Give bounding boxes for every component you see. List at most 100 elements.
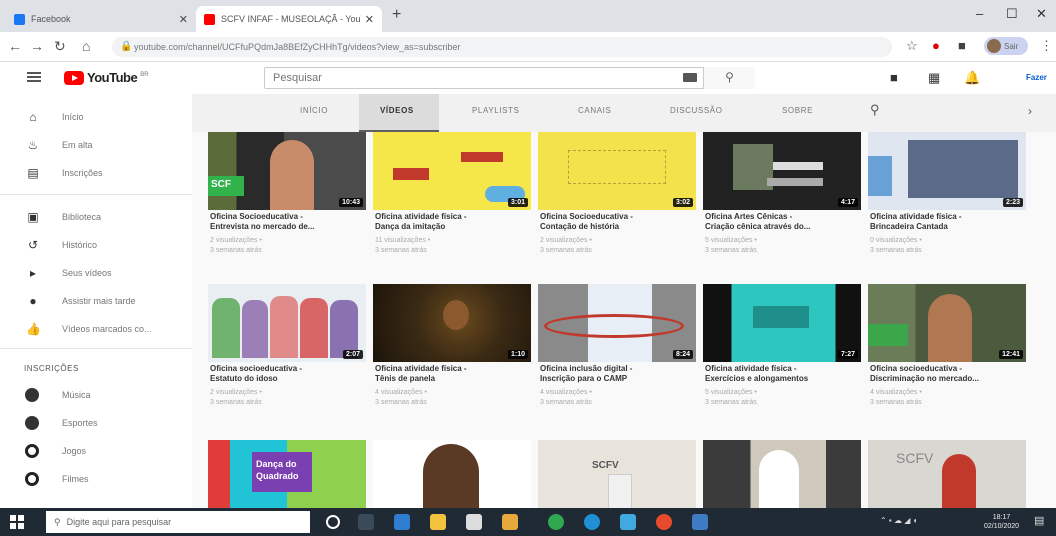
minimize-icon[interactable]: – [976,6,983,21]
video-thumbnail[interactable]: 7:27 [703,284,861,362]
close-tab-icon[interactable]: ✕ [179,13,188,26]
video-thumbnail[interactable]: 3:02 [538,132,696,210]
system-tray-icons[interactable]: ⌃ ▪ ☁ ◢ ◖ [880,516,917,525]
close-tab-icon[interactable]: ✕ [365,13,374,26]
browser-tab-youtube[interactable]: SCFV INFAF - MUSEOLAÇÃ - YouTube ✕ [196,6,382,32]
tab-discussion[interactable]: DISCUSSÃO [670,106,723,115]
video-thumbnail[interactable]: 2:23 [868,132,1026,210]
search-button[interactable]: ⚲ [703,67,755,89]
cortana-icon[interactable] [326,515,340,529]
apps-grid-icon[interactable]: ▦ [928,70,940,86]
play-logo-icon [64,70,84,85]
chrome-icon[interactable] [656,514,672,530]
forward-icon[interactable]: → [30,38,44,54]
video-title[interactable]: Oficina atividade física - Tênis de pane… [375,364,531,384]
xbox-icon[interactable] [548,514,564,530]
skype-icon[interactable] [620,514,636,530]
video-title[interactable]: Oficina Artes Cênicas - Criação cênica a… [705,212,861,232]
tab-about[interactable]: SOBRE [782,106,813,115]
video-thumbnail[interactable]: 1:10 [373,284,531,362]
video-title[interactable]: Oficina Socioeducativa - Entrevista no m… [210,212,366,232]
star-icon[interactable]: ☆ [906,38,918,54]
edge-icon[interactable] [394,514,410,530]
video-title[interactable]: Oficina atividade física - Exercícios e … [705,364,861,384]
edge-chromium-icon[interactable] [584,514,600,530]
video-duration: 12:41 [999,350,1023,359]
reload-icon[interactable]: ↻ [54,38,66,55]
create-video-icon[interactable]: ■ [890,70,898,85]
tab-home[interactable]: INÍCIO [300,106,328,115]
sidebar-item-watch-later[interactable]: ● Assistir mais tarde [0,290,192,312]
sidebar-item-gaming[interactable]: Jogos [0,440,192,462]
task-view-icon[interactable] [358,514,374,530]
thumb-textbox [908,140,1018,198]
video-thumbnail[interactable]: 3:01 [373,132,531,210]
video-title[interactable]: Oficina atividade física - Dança da imit… [375,212,531,232]
video-title[interactable]: Oficina socioeducativa - Discriminação n… [870,364,1026,384]
video-title-line: Estatuto do idoso [210,374,278,383]
video-age: 3 semanas atrás [870,399,922,406]
search-input[interactable] [265,68,665,88]
tab-title: Facebook [31,14,71,24]
windows-start-icon[interactable] [10,515,24,529]
signin-link[interactable]: Fazer [1026,73,1047,82]
taskbar-search[interactable]: ⚲ Digite aqui para pesquisar [46,511,310,533]
video-thumbnail[interactable]: 4:17 [703,132,861,210]
sidebar-item-home[interactable]: ⌂ Início [0,106,192,128]
video-title-line: Oficina socioeducativa - [210,364,303,373]
notifications-icon[interactable]: ▤ [1034,514,1044,527]
home-browser-icon[interactable]: ⌂ [82,38,90,54]
sidebar-item-trending[interactable]: ♨ Em alta [0,134,192,156]
sidebar-item-movies[interactable]: Filmes [0,468,192,490]
youtube-logo[interactable]: YouTube BR [64,70,149,85]
video-thumbnail[interactable]: SCF 10:43 [208,132,366,210]
word-icon[interactable] [692,514,708,530]
sidebar-item-music[interactable]: Música [0,384,192,406]
chevron-right-icon[interactable]: › [1028,104,1032,118]
sidebar-item-liked[interactable]: 👍 Vídeos marcados co... [0,318,192,340]
video-thumbnail[interactable]: Dança do Quadrado [208,440,366,508]
video-thumbnail[interactable]: 8:24 [538,284,696,362]
video-title[interactable]: Oficina Socioeducativa - Contação de his… [540,212,696,232]
taskbar-clock[interactable]: 18:17 02/10/2020 [984,513,1019,531]
tab-playlists[interactable]: PLAYLISTS [472,106,520,115]
maximize-icon[interactable]: ☐ [1006,6,1018,22]
mail-icon[interactable] [502,514,518,530]
close-window-icon[interactable]: ✕ [1036,6,1047,22]
url-bar[interactable]: 🔒 youtube.com/channel/UCFfuPQdmJa8BEfZyC… [112,37,892,57]
sidebar-item-label: Assistir mais tarde [62,296,136,306]
profile-button[interactable]: Sair [984,37,1028,55]
store-icon[interactable] [466,514,482,530]
video-title[interactable]: Oficina socioeducativa - Estatuto do ido… [210,364,366,384]
sidebar-item-your-videos[interactable]: ▸ Seus vídeos [0,262,192,284]
back-icon[interactable]: ← [8,38,22,54]
tab-videos[interactable]: VÍDEOS [380,106,414,115]
opera-extension-icon[interactable]: ● [932,38,940,53]
tab-channels[interactable]: CANAIS [578,106,611,115]
video-meta: 4 visualizações • 3 semanas atrás [540,388,592,408]
sidebar-item-library[interactable]: ▣ Biblioteca [0,206,192,228]
browser-tab-facebook[interactable]: Facebook ✕ [6,6,196,32]
kebab-menu-icon[interactable]: ⋮ [1040,38,1053,54]
video-meta: 4 visualizações • 3 semanas atrás [870,388,922,408]
hamburger-menu-icon[interactable] [27,72,41,82]
new-tab-button[interactable]: + [392,6,401,24]
sidebar-item-history[interactable]: ↺ Histórico [0,234,192,256]
sidebar-item-sports[interactable]: Esportes [0,412,192,434]
video-thumbnail[interactable]: SCFV [538,440,696,508]
video-thumbnail[interactable]: 12:41 [868,284,1026,362]
sidebar-item-subscriptions[interactable]: ▤ Inscrições [0,162,192,184]
video-thumbnail[interactable] [373,440,531,508]
keyboard-icon[interactable] [683,73,697,82]
file-explorer-icon[interactable] [430,514,446,530]
notifications-bell-icon[interactable]: 🔔 [964,70,980,86]
video-thumbnail[interactable]: SCFV [868,440,1026,508]
watch-later-icon: ● [29,294,37,308]
thumb-person [942,454,976,508]
video-title[interactable]: Oficina inclusão digital - Inscrição par… [540,364,696,384]
extension-icon[interactable]: ■ [958,38,966,53]
video-thumbnail[interactable]: 2:07 [208,284,366,362]
video-title[interactable]: Oficina atividade física - Brincadeira C… [870,212,1026,232]
channel-search-icon[interactable]: ⚲ [870,102,880,118]
video-thumbnail[interactable] [703,440,861,508]
